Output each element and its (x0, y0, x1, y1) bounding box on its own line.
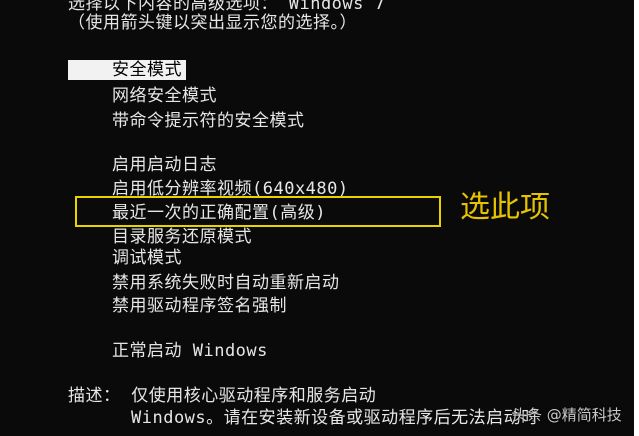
image-border (634, 0, 639, 436)
annotation-highlight-box (75, 196, 441, 227)
option-boot-logging[interactable]: 启用启动日志 (112, 155, 217, 175)
description-line-1: 描述： 仅使用核心驱动程序和服务启动 (68, 386, 377, 406)
option-safe-mode[interactable]: 安全模式 (68, 60, 186, 80)
boot-options-screen: 选择以下内容的高级选项： Windows 7 （使用箭头键以突出显示您的选择。）… (0, 0, 634, 436)
description-line-2: Windows。请在安装新设备或驱动程序后无法启动时 (131, 408, 539, 428)
option-directory-services-restore[interactable]: 目录服务还原模式 (112, 227, 252, 247)
option-disable-driver-signature[interactable]: 禁用驱动程序签名强制 (112, 296, 287, 316)
option-safe-mode-networking[interactable]: 网络安全模式 (112, 86, 217, 106)
option-safe-mode-command-prompt[interactable]: 带命令提示符的安全模式 (112, 111, 305, 131)
watermark: 头条 @精简科技 (512, 406, 622, 424)
annotation-label: 选此项 (460, 190, 550, 225)
header-title: 选择以下内容的高级选项： Windows 7 (68, 0, 386, 14)
option-start-windows-normally[interactable]: 正常启动 Windows (112, 341, 268, 361)
header-instruction: （使用箭头键以突出显示您的选择。） (68, 13, 357, 33)
option-disable-auto-restart[interactable]: 禁用系统失败时自动重新启动 (112, 273, 340, 293)
option-debugging-mode[interactable]: 调试模式 (112, 248, 182, 268)
